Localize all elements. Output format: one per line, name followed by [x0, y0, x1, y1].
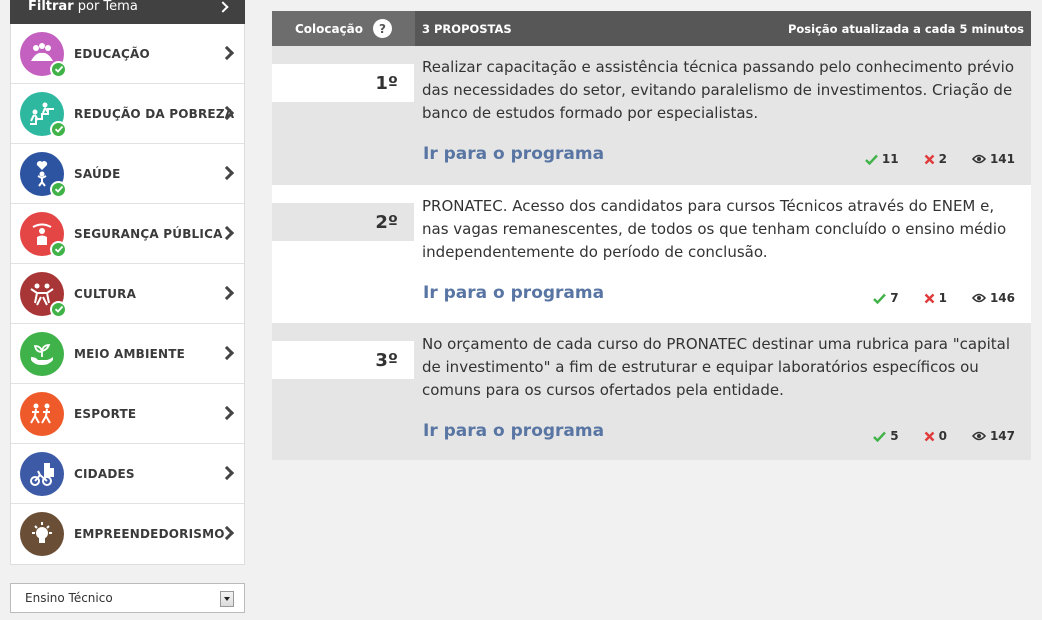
go-to-program-link[interactable]: Ir para o programa	[423, 144, 604, 164]
sidebar-item-meio-ambiente[interactable]: MEIO AMBIENTE	[11, 324, 244, 384]
category-list: EDUCAÇÃO REDUÇÃO DA POBREZA SAÚDE SEGURA…	[10, 24, 245, 565]
views-count: 147	[971, 429, 1015, 443]
rank-column-header: Colocação ?	[272, 11, 415, 46]
chevron-right-icon	[217, 1, 229, 13]
sidebar-item-reducao-pobreza[interactable]: REDUÇÃO DA POBREZA	[11, 84, 244, 144]
proposal-text: Realizar capacitação e assistência técni…	[422, 58, 1014, 122]
sidebar-item-empreendedorismo[interactable]: EMPREENDEDORISMO	[11, 504, 244, 564]
proposal-row: 3º No orçamento de cada curso do PRONATE…	[272, 323, 1031, 460]
public-security-icon	[20, 211, 67, 258]
sidebar-item-saude[interactable]: SAÚDE	[11, 144, 244, 204]
health-icon	[20, 151, 67, 198]
views-count: 141	[971, 152, 1015, 166]
dislikes-count[interactable]: 1	[924, 291, 947, 305]
check-icon	[50, 240, 67, 258]
sidebar-item-label: SAÚDE	[74, 166, 121, 181]
sidebar-item-label: EDUCAÇÃO	[74, 46, 150, 61]
chevron-right-icon	[219, 165, 235, 181]
sidebar-item-label: CIDADES	[74, 466, 135, 481]
proposal-stats: 11 2 141	[840, 152, 1015, 166]
cities-icon	[20, 451, 64, 496]
dropdown-arrow-icon[interactable]	[220, 591, 234, 607]
sidebar-item-label: MEIO AMBIENTE	[74, 346, 186, 361]
sidebar-item-educacao[interactable]: EDUCAÇÃO	[11, 24, 244, 84]
proposal-rank: 2º	[272, 203, 414, 241]
chevron-right-icon	[219, 345, 235, 361]
go-to-program-link[interactable]: Ir para o programa	[423, 421, 604, 441]
subtheme-select-value: Ensino Técnico	[25, 591, 113, 605]
sidebar-item-esporte[interactable]: ESPORTE	[11, 384, 244, 444]
education-icon	[20, 31, 67, 78]
proposal-row: 1º Realizar capacitação e assistência té…	[272, 46, 1031, 185]
likes-count[interactable]: 11	[865, 152, 899, 166]
check-icon	[873, 293, 887, 304]
sidebar-item-seguranca-publica[interactable]: SEGURANÇA PÚBLICA	[11, 204, 244, 264]
lightbulb-icon	[20, 512, 64, 556]
sidebar-item-label: EMPREENDEDORISMO	[74, 527, 225, 541]
sidebar-item-label: CULTURA	[74, 286, 137, 301]
proposal-row: 2º PRONATEC. Acesso dos candidatos para …	[272, 185, 1031, 323]
poverty-reduction-icon	[20, 91, 67, 138]
sport-icon	[20, 391, 64, 436]
views-count: 146	[971, 291, 1015, 305]
proposal-count: 3 PROPOSTAS	[422, 21, 512, 36]
proposal-text: No orçamento de cada curso do PRONATEC d…	[422, 335, 1011, 399]
proposal-rank: 1º	[272, 64, 414, 102]
close-icon	[924, 154, 934, 164]
help-icon[interactable]: ?	[373, 19, 393, 38]
chevron-right-icon	[219, 405, 235, 421]
proposal-stats: 7 1 146	[848, 291, 1015, 305]
check-icon	[50, 300, 67, 318]
check-icon	[50, 180, 67, 198]
check-icon	[865, 154, 878, 165]
eye-icon	[971, 154, 986, 164]
chevron-right-icon	[219, 45, 235, 61]
ranking-table-header: Colocação ? 3 PROPOSTAS Posição atualiza…	[272, 11, 1031, 46]
rank-column-label: Colocação	[294, 21, 364, 36]
proposal-stats: 5 0 147	[848, 429, 1015, 443]
check-icon	[50, 120, 67, 138]
dislikes-count[interactable]: 0	[924, 429, 947, 443]
culture-icon	[20, 271, 67, 318]
subtheme-select[interactable]: Ensino Técnico	[10, 583, 245, 613]
sidebar-item-label: ESPORTE	[74, 406, 137, 421]
eye-icon	[971, 293, 986, 303]
check-icon	[873, 431, 887, 442]
likes-count[interactable]: 7	[873, 291, 899, 305]
filter-header[interactable]: Filtrar por Tema	[10, 0, 245, 24]
sidebar-item-cidades[interactable]: CIDADES	[11, 444, 244, 504]
update-notice: Posição atualizada a cada 5 minutos	[787, 21, 1024, 36]
go-to-program-link[interactable]: Ir para o programa	[423, 283, 604, 303]
close-icon	[924, 293, 934, 303]
proposal-rank: 3º	[272, 341, 414, 379]
proposal-text: PRONATEC. Acesso dos candidatos para cur…	[422, 197, 1007, 261]
sidebar-item-label: SEGURANÇA PÚBLICA	[74, 226, 223, 241]
likes-count[interactable]: 5	[873, 429, 899, 443]
close-icon	[924, 431, 934, 441]
filter-subtitle: por Tema	[77, 0, 138, 14]
filter-title: Filtrar	[28, 0, 74, 14]
dislikes-count[interactable]: 2	[924, 152, 947, 166]
chevron-right-icon	[219, 465, 235, 481]
environment-icon	[20, 331, 64, 376]
check-icon	[50, 60, 67, 78]
chevron-right-icon	[219, 285, 235, 301]
sidebar-item-cultura[interactable]: CULTURA	[11, 264, 244, 324]
sidebar-item-label: REDUÇÃO DA POBREZA	[74, 106, 235, 121]
eye-icon	[971, 431, 986, 441]
